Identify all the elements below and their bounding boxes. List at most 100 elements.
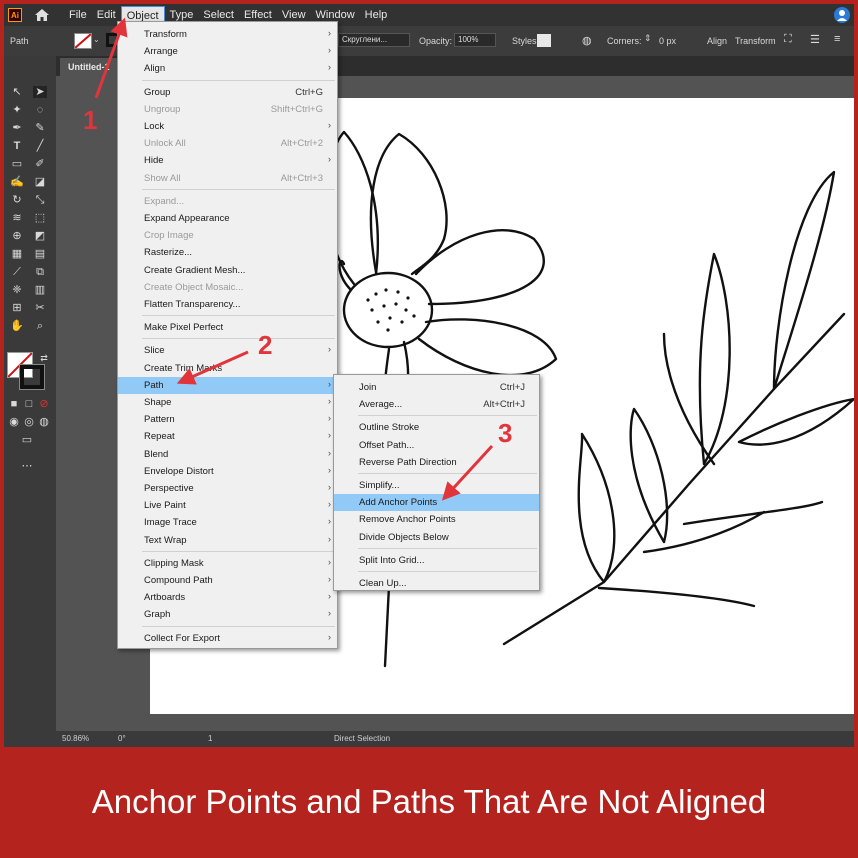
menu-item-create-gradient-mesh[interactable]: Create Gradient Mesh... <box>118 262 337 279</box>
menu-item-collect-for-export[interactable]: Collect For Export › <box>118 630 337 647</box>
home-icon[interactable] <box>34 8 50 22</box>
align-label[interactable]: Align <box>707 36 727 46</box>
menu-item-text-wrap[interactable]: Text Wrap › <box>118 532 337 549</box>
arrange-icon[interactable]: ☰ <box>810 33 820 46</box>
path-item-reverse-path-direction[interactable]: Reverse Path Direction <box>334 454 539 471</box>
menu-item-create-object-mosaic[interactable]: Create Object Mosaic... <box>118 279 337 296</box>
draw-normal-icon[interactable]: ◉ <box>7 416 21 428</box>
line-tool-icon[interactable]: ╱ <box>33 140 47 152</box>
menu-item-show-all[interactable]: Show All Alt+Ctrl+3 <box>118 170 337 187</box>
none-mode-icon[interactable]: ⊘ <box>37 398 51 410</box>
menu-item-perspective[interactable]: Perspective › <box>118 480 337 497</box>
path-item-simplify[interactable]: Simplify... <box>334 477 539 494</box>
menu-item-shape[interactable]: Shape › <box>118 394 337 411</box>
panel-menu-icon[interactable]: ≡ <box>834 33 840 45</box>
color-mode-icon[interactable]: ■ <box>7 398 21 410</box>
pen-tool-icon[interactable]: ✒ <box>10 122 24 134</box>
zoom-tool-icon[interactable]: ⌕ <box>33 320 47 332</box>
zoom-level[interactable]: 50.86% <box>62 734 89 743</box>
menu-item-compound-path[interactable]: Compound Path › <box>118 572 337 589</box>
menu-item-make-pixel-perfect[interactable]: Make Pixel Perfect <box>118 319 337 336</box>
menu-item-crop-image[interactable]: Crop Image <box>118 227 337 244</box>
warp-icon[interactable]: ≋ <box>10 212 24 224</box>
menu-item-image-trace[interactable]: Image Trace › <box>118 514 337 531</box>
menu-item-arrange[interactable]: Arrange › <box>118 43 337 60</box>
menu-item-clipping-mask[interactable]: Clipping Mask › <box>118 555 337 572</box>
free-transform-icon[interactable]: ⬚ <box>33 212 47 224</box>
type-tool-icon[interactable]: T <box>10 140 24 152</box>
menu-item-transform[interactable]: Transform › <box>118 26 337 43</box>
draw-inside-icon[interactable]: ◍ <box>37 416 51 428</box>
path-item-average[interactable]: Average... Alt+Ctrl+J <box>334 396 539 413</box>
menu-item-graph[interactable]: Graph › <box>118 606 337 623</box>
path-item-add-anchor-points[interactable]: Add Anchor Points <box>334 494 539 512</box>
style-swatch[interactable] <box>537 34 551 47</box>
path-item-join[interactable]: Join Ctrl+J <box>334 379 539 396</box>
symbol-sprayer-icon[interactable]: ❈ <box>10 284 24 296</box>
shape-builder-icon[interactable]: ⊕ <box>10 230 24 242</box>
artboard-icon[interactable]: ⊞ <box>10 302 24 314</box>
live-paint-icon[interactable]: ◩ <box>33 230 47 242</box>
menu-item-align[interactable]: Align › <box>118 60 337 77</box>
selection-tool-icon[interactable]: ↖ <box>10 86 24 98</box>
direct-selection-tool-icon[interactable]: ➤ <box>33 86 47 98</box>
rotate-view[interactable]: 0° <box>118 734 126 743</box>
shaper-icon[interactable]: ✍ <box>10 176 24 188</box>
brush-field[interactable]: Скруглени... <box>338 33 410 47</box>
recolor-icon[interactable]: ◍ <box>582 34 592 47</box>
menu-item-group[interactable]: Group Ctrl+G <box>118 84 337 101</box>
menu-item-pattern[interactable]: Pattern › <box>118 411 337 428</box>
menu-item-blend[interactable]: Blend › <box>118 446 337 463</box>
rectangle-tool-icon[interactable]: ▭ <box>10 158 24 170</box>
transform-label[interactable]: Transform <box>735 36 776 46</box>
menu-item-repeat[interactable]: Repeat › <box>118 428 337 445</box>
eraser-icon[interactable]: ◪ <box>33 176 47 188</box>
path-item-divide-objects-below[interactable]: Divide Objects Below <box>334 529 539 546</box>
blend-icon[interactable]: ⧉ <box>33 266 47 278</box>
menu-item-ungroup[interactable]: Ungroup Shift+Ctrl+G <box>118 101 337 118</box>
path-item-remove-anchor-points[interactable]: Remove Anchor Points <box>334 511 539 528</box>
menu-item-create-trim-marks[interactable]: Create Trim Marks <box>118 360 337 377</box>
path-item-split-into-grid[interactable]: Split Into Grid... <box>334 552 539 569</box>
menu-item-flatten-transparency[interactable]: Flatten Transparency... <box>118 296 337 313</box>
menu-item-unlock-all[interactable]: Unlock All Alt+Ctrl+2 <box>118 135 337 152</box>
path-item-clean-up[interactable]: Clean Up... <box>334 575 539 592</box>
curvature-icon[interactable]: ✎ <box>33 122 47 134</box>
hand-tool-icon[interactable]: ✋ <box>10 320 24 332</box>
swap-colors-icon[interactable]: ⇄ <box>37 352 51 364</box>
artboard-number[interactable]: 1 <box>208 734 212 743</box>
isolate-icon[interactable]: ⛶ <box>784 33 792 46</box>
tab-document[interactable]: Untitled-1 <box>60 58 118 76</box>
menu-item-slice[interactable]: Slice › <box>118 342 337 359</box>
rotate-icon[interactable]: ↻ <box>10 194 24 206</box>
corners-value[interactable]: 0 px <box>659 36 676 46</box>
menu-item-path[interactable]: Path › <box>118 376 337 394</box>
gradient-icon[interactable]: ▤ <box>33 248 47 260</box>
stepper-icon[interactable]: ⇕ <box>644 33 652 44</box>
paintbrush-icon[interactable]: ✐ <box>33 158 47 170</box>
opacity-field[interactable]: 100% <box>454 33 496 47</box>
column-graph-icon[interactable]: ▥ <box>33 284 47 296</box>
menu-item-envelope-distort[interactable]: Envelope Distort › <box>118 463 337 480</box>
menu-item-expand[interactable]: Expand... <box>118 193 337 210</box>
scale-icon[interactable]: ⤡ <box>33 194 47 206</box>
stroke-color-swatch[interactable] <box>19 364 45 390</box>
slice-icon[interactable]: ✂ <box>33 302 47 314</box>
mesh-icon[interactable]: ▦ <box>10 248 24 260</box>
eyedropper-icon[interactable]: ⟋ <box>10 266 24 278</box>
lasso-icon[interactable]: ◌ <box>33 104 47 116</box>
menu-item-live-paint[interactable]: Live Paint › <box>118 497 337 514</box>
menu-help[interactable]: Help <box>360 6 393 24</box>
menu-file[interactable]: File <box>64 6 92 24</box>
draw-behind-icon[interactable]: ◎ <box>22 416 36 428</box>
fill-swatch[interactable] <box>74 33 92 49</box>
gradient-mode-icon[interactable]: □ <box>22 398 36 410</box>
menu-item-lock[interactable]: Lock › <box>118 118 337 135</box>
account-icon[interactable] <box>834 7 850 23</box>
menu-item-hide[interactable]: Hide › <box>118 152 337 169</box>
menu-item-artboards[interactable]: Artboards › <box>118 589 337 606</box>
chevron-down-icon[interactable]: ⌄ <box>93 35 100 44</box>
screen-mode-icon[interactable]: ▭ <box>20 434 34 446</box>
menu-item-expand-appearance[interactable]: Expand Appearance <box>118 210 337 227</box>
menu-item-rasterize[interactable]: Rasterize... <box>118 244 337 261</box>
